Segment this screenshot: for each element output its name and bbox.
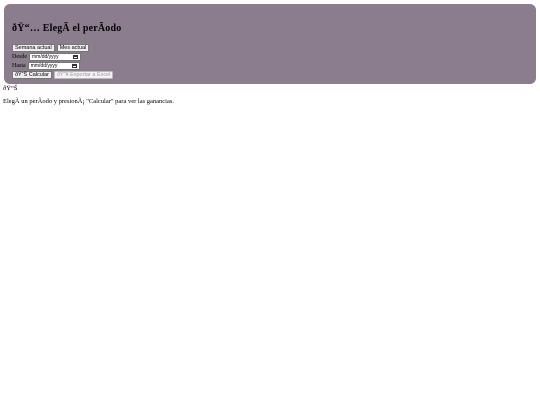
- current-week-button[interactable]: Semana actual: [12, 44, 55, 52]
- current-month-button[interactable]: Mes actual: [56, 44, 90, 52]
- calendar-icon[interactable]: [73, 55, 78, 59]
- to-date-input[interactable]: mm/dd/yyyy: [27, 62, 80, 70]
- from-row: Desde mm/dd/yyyy: [12, 53, 81, 61]
- period-panel: ðŸ“… ElegÃ­ el perÃ­odo Semana actual Me…: [4, 4, 536, 84]
- calculate-button[interactable]: ðŸ“Š Calcular: [12, 71, 52, 79]
- empty-state-message: ElegÃ­ un perÃ­odo y presionÃ¡ "Calcular…: [3, 98, 174, 105]
- from-date-input[interactable]: mm/dd/yyyy: [29, 53, 81, 61]
- to-row: Hasta mm/dd/yyyy: [12, 62, 80, 70]
- to-date-placeholder: mm/dd/yyyy: [30, 63, 58, 69]
- from-date-placeholder: mm/dd/yyyy: [32, 54, 59, 60]
- panel-title: ðŸ“… ElegÃ­ el perÃ­odo: [12, 23, 122, 34]
- from-label: Desde: [12, 54, 27, 60]
- export-excel-button[interactable]: ðŸ“¥ Exportar a Excel: [53, 71, 114, 79]
- calendar-icon[interactable]: [71, 64, 77, 68]
- to-label: Hasta: [12, 63, 26, 69]
- quick-range-row: Semana actual Mes actual: [12, 44, 90, 52]
- action-row: ðŸ“Š Calcular ðŸ“¥ Exportar a Excel: [12, 71, 114, 79]
- results-icon-line: ðŸ“Š: [3, 85, 18, 92]
